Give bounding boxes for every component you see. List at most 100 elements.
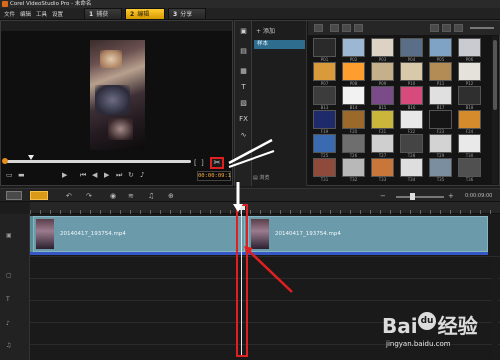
tab-capture[interactable]: 1 捕获 — [84, 8, 122, 20]
media-thumbnail[interactable] — [342, 62, 365, 81]
undo-icon[interactable]: ↶ — [66, 192, 72, 200]
media-thumbnail[interactable] — [342, 38, 365, 57]
media-thumbnail[interactable] — [400, 158, 423, 177]
instant-project-icon[interactable]: ▤ — [238, 47, 249, 56]
title-icon[interactable]: T — [238, 83, 249, 92]
media-thumbnail[interactable] — [458, 38, 481, 57]
prev-frame-icon[interactable]: ◀ — [92, 170, 97, 180]
media-thumbnail[interactable] — [371, 110, 394, 129]
overlay-track-icon[interactable]: ▢ — [6, 272, 12, 279]
sort-icon[interactable] — [454, 24, 463, 32]
zoom-slider[interactable] — [396, 196, 444, 198]
zoom-out-icon[interactable]: − — [380, 192, 386, 200]
media-thumbnail[interactable] — [429, 38, 452, 57]
menu-tools[interactable]: 工具 — [36, 10, 47, 18]
repeat-icon[interactable]: ↻ — [128, 170, 134, 180]
media-thumbnail[interactable] — [342, 86, 365, 105]
timecode-display[interactable]: 00:00:09:1 — [197, 171, 231, 181]
menu-edit[interactable]: 编辑 — [20, 10, 31, 18]
media-thumbnail[interactable] — [313, 62, 336, 81]
thumb-size-slider[interactable] — [470, 27, 494, 29]
clip-mode-icon[interactable]: ▬ — [18, 170, 25, 180]
auto-music-icon[interactable]: ♫ — [148, 192, 154, 200]
graphic-icon[interactable]: ▧ — [238, 99, 249, 108]
timeline-view-button[interactable] — [30, 191, 48, 200]
trim-start-marker[interactable] — [2, 158, 8, 164]
media-icon[interactable]: ▣ — [238, 27, 249, 36]
media-thumbnail[interactable] — [342, 158, 365, 177]
tab-share[interactable]: 3 分享 — [168, 8, 206, 20]
next-frame-icon[interactable]: ▶ — [104, 170, 109, 180]
media-thumbnail[interactable] — [429, 62, 452, 81]
media-thumbnail[interactable] — [458, 158, 481, 177]
media-thumbnail[interactable] — [429, 158, 452, 177]
media-thumbnail[interactable] — [429, 110, 452, 129]
media-thumbnail[interactable] — [313, 86, 336, 105]
voice-track-icon[interactable]: ♪ — [6, 320, 10, 327]
media-thumbnail[interactable] — [458, 62, 481, 81]
scrubber-handle[interactable] — [28, 155, 35, 160]
media-thumbnail[interactable] — [400, 110, 423, 129]
media-thumbnail[interactable] — [342, 110, 365, 129]
media-thumbnail[interactable] — [429, 86, 452, 105]
media-thumbnail[interactable] — [458, 86, 481, 105]
sound-mixer-icon[interactable]: ≋ — [128, 192, 134, 200]
filter-icon[interactable]: FX — [238, 115, 249, 124]
zoom-in-icon[interactable]: + — [448, 192, 454, 200]
transition-icon[interactable]: ▦ — [238, 67, 249, 76]
show-photo-icon[interactable] — [342, 24, 351, 32]
path-icon[interactable]: ∿ — [238, 131, 249, 140]
media-thumbnail[interactable] — [429, 134, 452, 153]
scrubber-track[interactable] — [3, 160, 191, 163]
thumb-view-icon[interactable] — [442, 24, 451, 32]
redo-icon[interactable]: ↷ — [86, 192, 92, 200]
folder-item-sample[interactable]: 样本 — [254, 40, 305, 49]
library-scrollbar[interactable] — [492, 36, 498, 184]
media-thumbnail[interactable] — [313, 38, 336, 57]
timeline-scrollbar[interactable] — [492, 258, 498, 358]
volume-icon[interactable]: ♪ — [140, 170, 144, 180]
video-clip[interactable]: 20140417_193754.mp4 — [33, 216, 245, 252]
storyboard-view-button[interactable] — [6, 191, 22, 200]
video-track-icon[interactable]: ▣ — [6, 232, 12, 239]
media-thumbnail[interactable] — [371, 134, 394, 153]
media-thumbnail[interactable] — [342, 134, 365, 153]
show-video-icon[interactable] — [330, 24, 339, 32]
tab-edit[interactable]: 2 编辑 — [125, 8, 165, 20]
browse-button[interactable]: ▤ 浏览 — [253, 174, 269, 181]
show-audio-icon[interactable] — [354, 24, 363, 32]
list-view-icon[interactable] — [430, 24, 439, 32]
video-clip[interactable]: 20140417_193754.mp4 — [248, 216, 488, 252]
media-thumbnail[interactable] — [400, 62, 423, 81]
menu-file[interactable]: 文件 — [4, 10, 15, 18]
motion-track-icon[interactable]: ⊕ — [168, 192, 174, 200]
media-thumbnail[interactable] — [313, 110, 336, 129]
title-track-icon[interactable]: T — [6, 296, 10, 303]
add-folder-button[interactable]: + 添加 — [256, 26, 275, 35]
home-icon[interactable]: ⏮ — [80, 170, 86, 180]
music-track-icon[interactable]: ♫ — [6, 342, 11, 349]
folder-icon[interactable] — [314, 24, 323, 32]
media-thumbnail[interactable] — [313, 134, 336, 153]
record-capture-icon[interactable]: ◉ — [110, 192, 116, 200]
media-thumbnail[interactable] — [371, 62, 394, 81]
timeline-ruler[interactable] — [30, 202, 500, 214]
media-thumbnail[interactable] — [371, 38, 394, 57]
project-mode-icon[interactable]: ▭ — [6, 170, 13, 180]
media-thumbnail[interactable] — [400, 38, 423, 57]
media-thumbnail[interactable] — [400, 134, 423, 153]
media-thumbnail[interactable] — [371, 158, 394, 177]
play-icon[interactable]: ▶ — [62, 170, 67, 180]
media-thumbnail[interactable] — [458, 134, 481, 153]
zoom-slider-knob[interactable] — [410, 193, 415, 200]
menu-settings[interactable]: 设置 — [52, 10, 63, 18]
media-thumbnail[interactable] — [400, 86, 423, 105]
media-thumbnail[interactable] — [371, 86, 394, 105]
split-clip-button[interactable]: ✂ — [210, 157, 224, 169]
mark-out-icon[interactable]: ] — [201, 158, 204, 168]
mark-in-icon[interactable]: [ — [194, 158, 197, 168]
media-thumbnail[interactable] — [458, 110, 481, 129]
media-thumbnail[interactable] — [313, 158, 336, 177]
end-icon[interactable]: ⏭ — [116, 170, 122, 180]
playhead-highlight-box — [236, 204, 248, 357]
